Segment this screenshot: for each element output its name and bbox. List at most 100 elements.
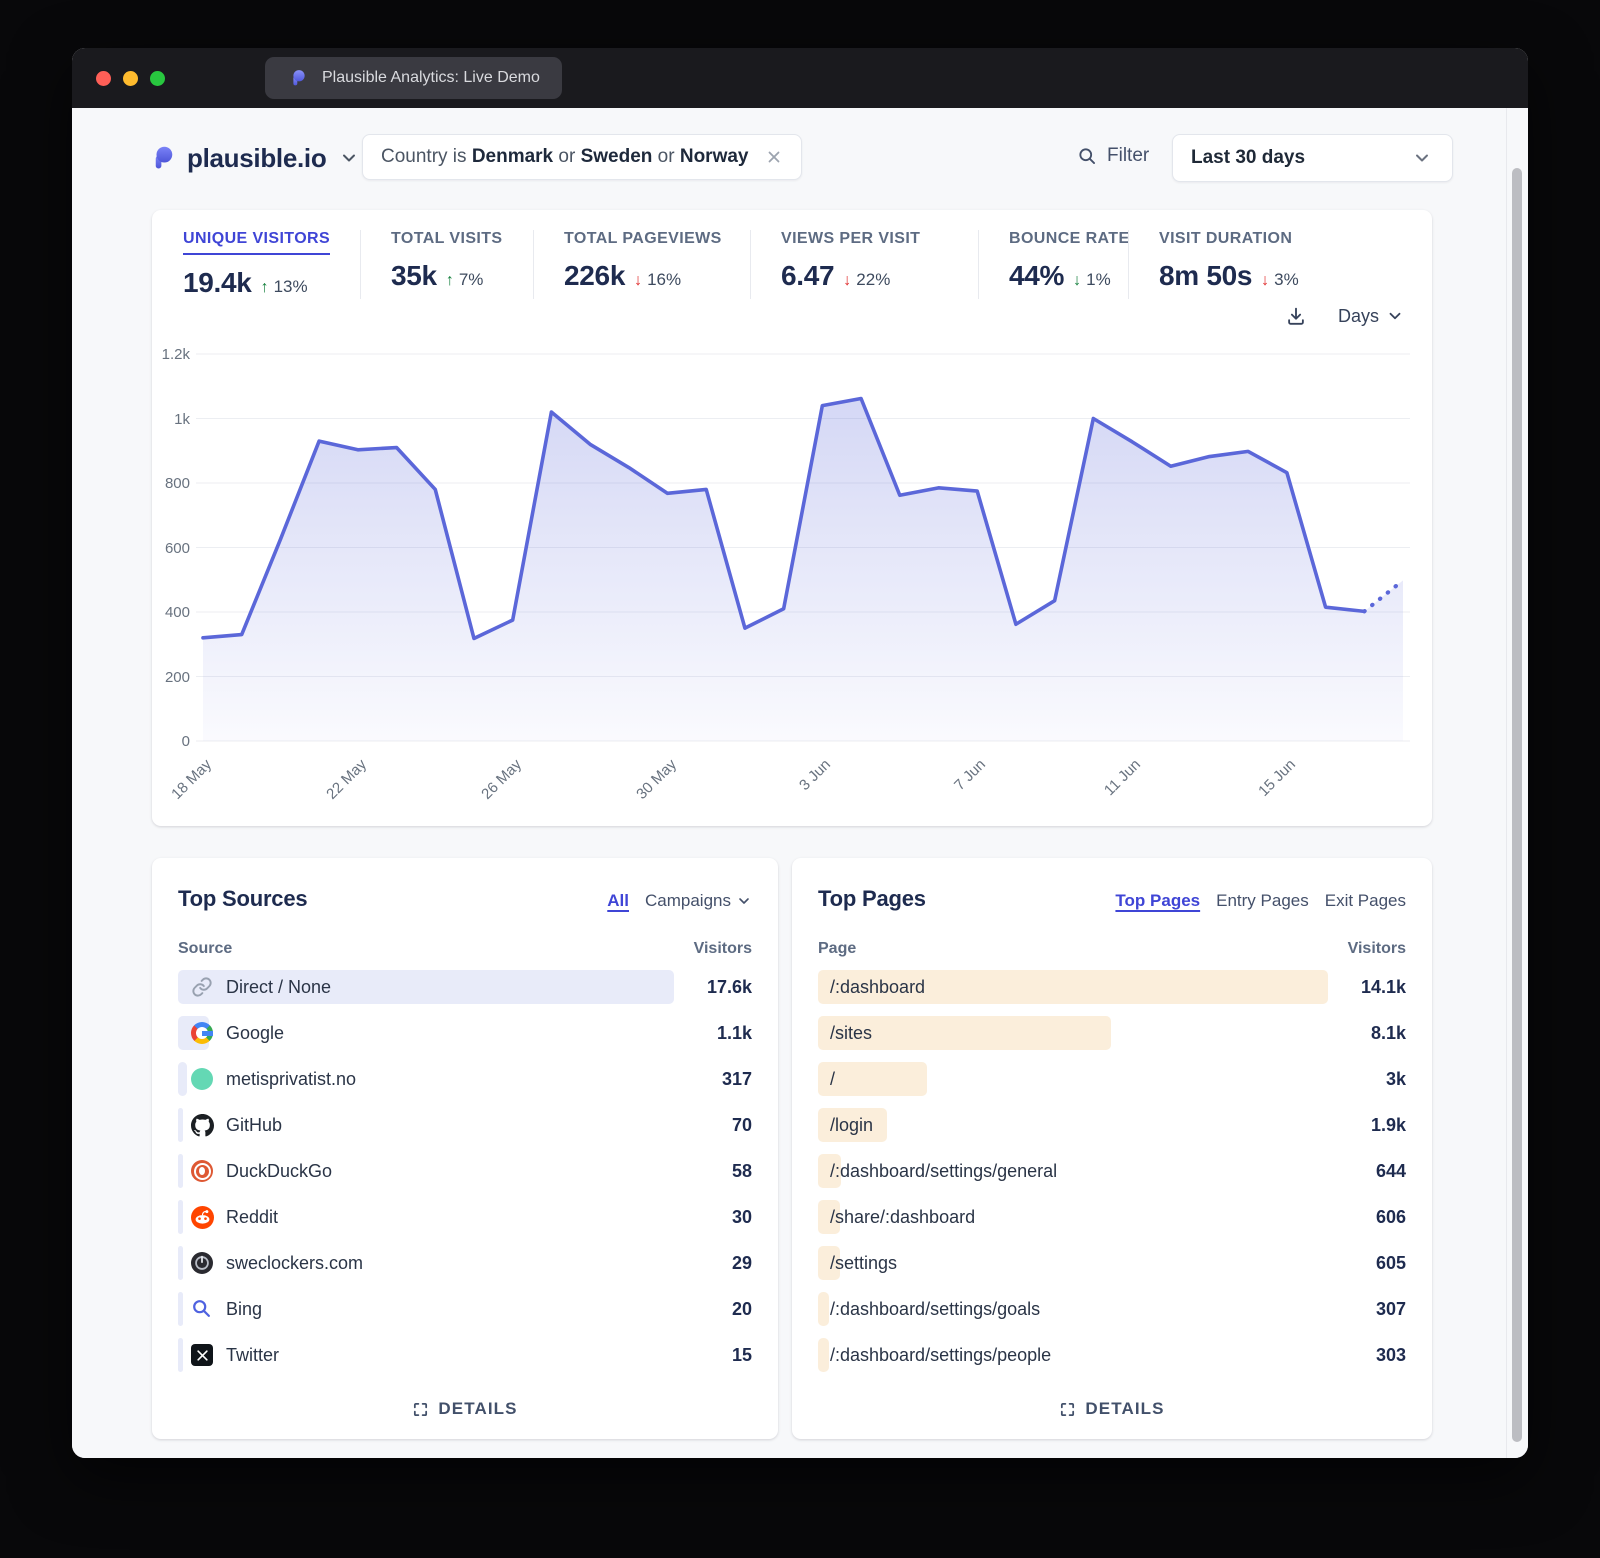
source-label: Bing: [226, 1299, 262, 1320]
source-visitors: 317: [722, 1069, 752, 1090]
stat-metric-bounce-rate[interactable]: BOUNCE RATE44%↓1%: [978, 230, 1128, 299]
x-axis-label: 15 Jun: [1222, 756, 1299, 833]
stat-value: 35k: [391, 260, 437, 292]
page-content: plausible.io Country is Denmark or Swede…: [72, 108, 1528, 1458]
stat-label: VIEWS PER VISIT: [781, 230, 978, 248]
stat-metric-total-pageviews[interactable]: TOTAL PAGEVIEWS226k↓16%: [533, 230, 750, 299]
page-label: /:dashboard/settings/goals: [830, 1299, 1040, 1320]
sources-tab-all[interactable]: All: [607, 891, 629, 911]
source-row[interactable]: Google1.1k: [178, 1010, 752, 1056]
page-visitors: 307: [1376, 1299, 1406, 1320]
chart-toolbar: Days: [1284, 304, 1404, 328]
page-label: /:dashboard/settings/general: [830, 1161, 1057, 1182]
arrow-down-icon: ↓: [1261, 272, 1269, 290]
filter-country: Denmark: [472, 146, 553, 167]
sources-details-button[interactable]: DETAILS: [412, 1399, 517, 1419]
interval-select[interactable]: Days: [1338, 306, 1404, 327]
plausible-favicon: [287, 66, 311, 90]
zoom-window-button[interactable]: [150, 71, 165, 86]
pages-tab-exit-pages[interactable]: Exit Pages: [1325, 891, 1406, 911]
download-icon[interactable]: [1284, 304, 1308, 328]
page-row[interactable]: /share/:dashboard606: [818, 1194, 1406, 1240]
source-visitors: 1.1k: [717, 1023, 752, 1044]
date-range-select[interactable]: Last 30 days: [1172, 134, 1453, 182]
sources-column-headers: Source Visitors: [178, 940, 752, 958]
page-column-header: Page: [818, 940, 856, 958]
y-axis-label: 400: [152, 604, 190, 621]
stat-label: UNIQUE VISITORS: [183, 230, 330, 255]
visitors-card: UNIQUE VISITORS19.4k↑13%TOTAL VISITS35k↑…: [152, 210, 1432, 826]
page-row[interactable]: /settings605: [818, 1240, 1406, 1286]
stat-metric-views-per-visit[interactable]: VIEWS PER VISIT6.47↓22%: [750, 230, 978, 299]
stat-value: 6.47: [781, 260, 834, 292]
source-label: Direct / None: [226, 977, 331, 998]
page-row[interactable]: /sites8.1k: [818, 1010, 1406, 1056]
source-label: Reddit: [226, 1207, 278, 1228]
link-icon: [190, 975, 214, 999]
page-visitors: 606: [1376, 1207, 1406, 1228]
source-row[interactable]: Reddit30: [178, 1194, 752, 1240]
source-row[interactable]: GitHub70: [178, 1102, 752, 1148]
pages-tab-top-pages[interactable]: Top Pages: [1115, 891, 1200, 911]
page-visitors: 3k: [1386, 1069, 1406, 1090]
chart-canvas[interactable]: [196, 352, 1410, 764]
x-axis-label: 30 May: [602, 756, 679, 833]
filter-chip[interactable]: Country is Denmark or Sweden or Norway: [362, 134, 802, 180]
source-row[interactable]: Direct / None17.6k: [178, 964, 752, 1010]
visitors-chart[interactable]: 02004006008001k1.2k18 May22 May26 May30 …: [152, 352, 1424, 812]
minimize-window-button[interactable]: [123, 71, 138, 86]
page-row[interactable]: /3k: [818, 1056, 1406, 1102]
stat-value: 44%: [1009, 260, 1064, 292]
scrollbar-thumb[interactable]: [1512, 168, 1522, 1442]
source-label: DuckDuckGo: [226, 1161, 332, 1182]
source-row[interactable]: Twitter 15: [178, 1332, 752, 1378]
chevron-down-icon: [337, 146, 361, 170]
filter-button[interactable]: Filter: [1075, 144, 1149, 168]
google-icon: [190, 1021, 214, 1045]
source-visitors: 20: [732, 1299, 752, 1320]
source-visitors: 29: [732, 1253, 752, 1274]
page-row[interactable]: /login1.9k: [818, 1102, 1406, 1148]
source-label: Twitter: [226, 1345, 279, 1366]
stat-metric-total-visits[interactable]: TOTAL VISITS35k↑7%: [360, 230, 533, 299]
stat-metric-unique-visitors[interactable]: UNIQUE VISITORS19.4k↑13%: [183, 230, 360, 299]
page-row[interactable]: /:dashboard/settings/general644: [818, 1148, 1406, 1194]
stat-value: 19.4k: [183, 267, 252, 299]
filter-country: Norway: [680, 146, 749, 167]
source-column-header: Source: [178, 940, 232, 958]
source-visitors: 15: [732, 1345, 752, 1366]
teal-dot-icon: [190, 1067, 214, 1091]
y-axis-label: 1.2k: [152, 346, 190, 363]
plausible-logo-icon: [152, 146, 176, 170]
y-axis-label: 200: [152, 669, 190, 686]
pages-details-button[interactable]: DETAILS: [1059, 1399, 1164, 1419]
stat-metric-visit-duration[interactable]: VISIT DURATION8m 50s↓3%: [1128, 230, 1401, 299]
source-row[interactable]: DuckDuckGo58: [178, 1148, 752, 1194]
pages-details-label: DETAILS: [1085, 1399, 1164, 1419]
y-axis-label: 800: [152, 475, 190, 492]
browser-tab[interactable]: Plausible Analytics: Live Demo: [265, 57, 562, 99]
y-axis-label: 0: [152, 733, 190, 750]
arrow-down-icon: ↓: [843, 272, 851, 290]
pages-tab-entry-pages[interactable]: Entry Pages: [1216, 891, 1309, 911]
page-visitors: 303: [1376, 1345, 1406, 1366]
x-axis-label: 7 Jun: [912, 756, 989, 833]
close-window-button[interactable]: [96, 71, 111, 86]
page-label: /login: [830, 1115, 873, 1136]
source-row[interactable]: Bing 20: [178, 1286, 752, 1332]
site-name: plausible.io: [187, 143, 326, 174]
arrow-up-icon: ↑: [261, 279, 269, 297]
source-row[interactable]: metisprivatist.no317: [178, 1056, 752, 1102]
page-row[interactable]: /:dashboard/settings/people303: [818, 1332, 1406, 1378]
remove-filter-icon[interactable]: [765, 148, 783, 166]
page-row[interactable]: /:dashboard/settings/goals 307: [818, 1286, 1406, 1332]
site-switcher[interactable]: plausible.io: [152, 136, 361, 180]
page-row[interactable]: /:dashboard14.1k: [818, 964, 1406, 1010]
source-row[interactable]: sweclockers.com29: [178, 1240, 752, 1286]
stat-change: 16%: [647, 270, 681, 290]
sources-table: Direct / None17.6kGoogle1.1kmetisprivati…: [178, 964, 752, 1378]
duckduckgo-icon: [190, 1159, 214, 1183]
sources-campaigns-dropdown[interactable]: Campaigns: [645, 891, 752, 911]
stat-change: 3%: [1274, 270, 1299, 290]
x-axis-label: 11 Jun: [1067, 756, 1144, 833]
